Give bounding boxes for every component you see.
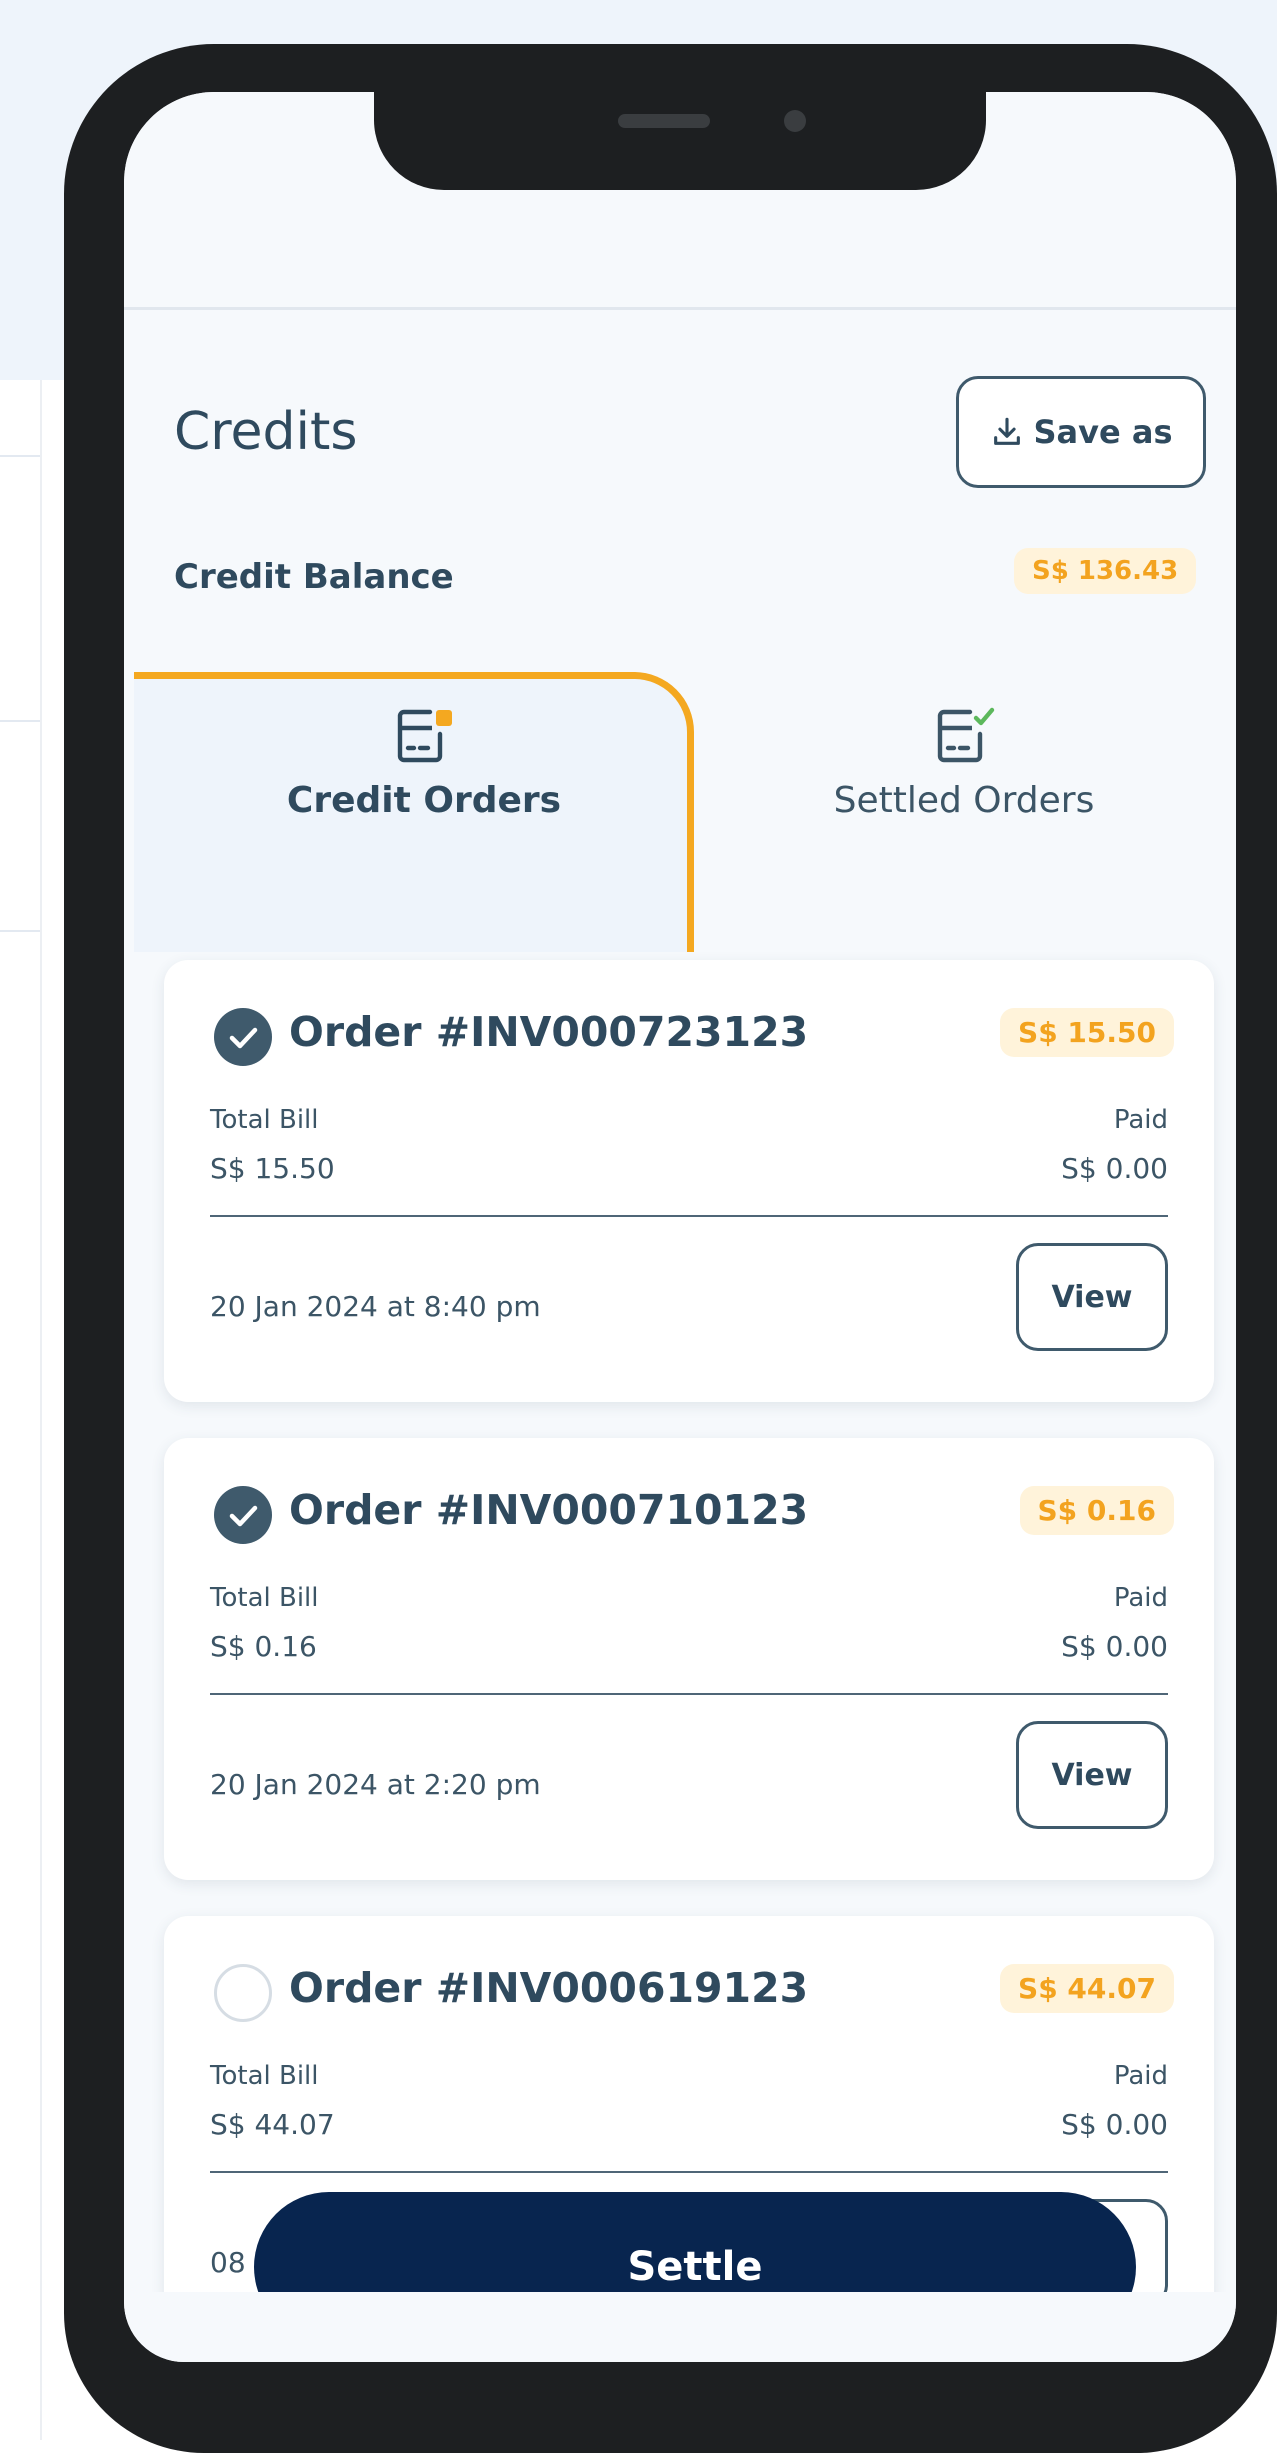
view-button[interactable]: View bbox=[1016, 1243, 1168, 1351]
tab-credit-orders-label: Credit Orders bbox=[286, 780, 562, 821]
credit-balance-amount: S$ 136.43 bbox=[1014, 548, 1197, 594]
background-line bbox=[0, 455, 40, 457]
total-bill-value: S$ 44.07 bbox=[210, 2108, 335, 2141]
order-amount-badge: S$ 15.50 bbox=[1000, 1008, 1174, 1057]
total-bill-label: Total Bill bbox=[210, 2061, 319, 2091]
credit-balance-label: Credit Balance bbox=[174, 557, 454, 597]
save-as-label: Save as bbox=[1033, 413, 1173, 451]
order-number: Order #INV000710123 bbox=[289, 1486, 809, 1534]
card-divider bbox=[210, 1693, 1168, 1695]
phone-notch bbox=[374, 44, 986, 190]
front-camera bbox=[784, 110, 806, 132]
background-divider bbox=[40, 380, 42, 2440]
total-bill-value: S$ 0.16 bbox=[210, 1630, 317, 1663]
tab-settled-orders[interactable]: Settled Orders bbox=[704, 702, 1224, 821]
paid-label: Paid bbox=[1113, 1583, 1168, 1613]
card-check-icon bbox=[937, 707, 995, 763]
view-button[interactable]: View bbox=[1016, 1721, 1168, 1829]
order-date: 08 bbox=[210, 2246, 246, 2279]
order-select-checkbox[interactable] bbox=[214, 1008, 272, 1066]
speaker-grille bbox=[618, 114, 710, 128]
background-line bbox=[0, 930, 40, 932]
paid-value: S$ 0.00 bbox=[1061, 1630, 1168, 1663]
page-title: Credits bbox=[174, 402, 358, 462]
checkmark-icon bbox=[229, 1027, 258, 1049]
download-icon bbox=[993, 417, 1020, 445]
order-number: Order #INV000723123 bbox=[289, 1008, 809, 1056]
paid-label: Paid bbox=[1113, 2061, 1168, 2091]
order-amount-badge: S$ 44.07 bbox=[1000, 1964, 1174, 2013]
total-bill-label: Total Bill bbox=[210, 1105, 319, 1135]
order-select-checkbox[interactable] bbox=[214, 1486, 272, 1544]
app-screen: Credits Save as Credit Balance S$ 136.43… bbox=[124, 92, 1236, 2362]
total-bill-label: Total Bill bbox=[210, 1583, 319, 1613]
order-date: 20 Jan 2024 at 2:20 pm bbox=[210, 1768, 541, 1801]
bottom-safe-area bbox=[124, 2292, 1236, 2362]
paid-value: S$ 0.00 bbox=[1061, 1152, 1168, 1185]
background-line bbox=[0, 720, 40, 722]
paid-value: S$ 0.00 bbox=[1061, 2108, 1168, 2141]
paid-label: Paid bbox=[1113, 1105, 1168, 1135]
tab-settled-orders-label: Settled Orders bbox=[833, 780, 1095, 821]
order-card: Order #INV000710123 S$ 0.16 Total Bill S… bbox=[164, 1438, 1214, 1880]
credit-card-list-icon bbox=[397, 709, 452, 763]
card-divider bbox=[210, 2171, 1168, 2173]
save-as-button[interactable]: Save as bbox=[956, 376, 1206, 488]
checkmark-icon bbox=[229, 1505, 258, 1527]
order-card: Order #INV000723123 S$ 15.50 Total Bill … bbox=[164, 960, 1214, 1402]
total-bill-value: S$ 15.50 bbox=[210, 1152, 335, 1185]
order-select-checkbox[interactable] bbox=[214, 1964, 272, 2022]
card-divider bbox=[210, 1215, 1168, 1217]
order-number: Order #INV000619123 bbox=[289, 1964, 809, 2012]
tab-credit-orders[interactable]: Credit Orders bbox=[164, 702, 684, 821]
order-date: 20 Jan 2024 at 8:40 pm bbox=[210, 1290, 541, 1323]
order-amount-badge: S$ 0.16 bbox=[1019, 1486, 1174, 1535]
